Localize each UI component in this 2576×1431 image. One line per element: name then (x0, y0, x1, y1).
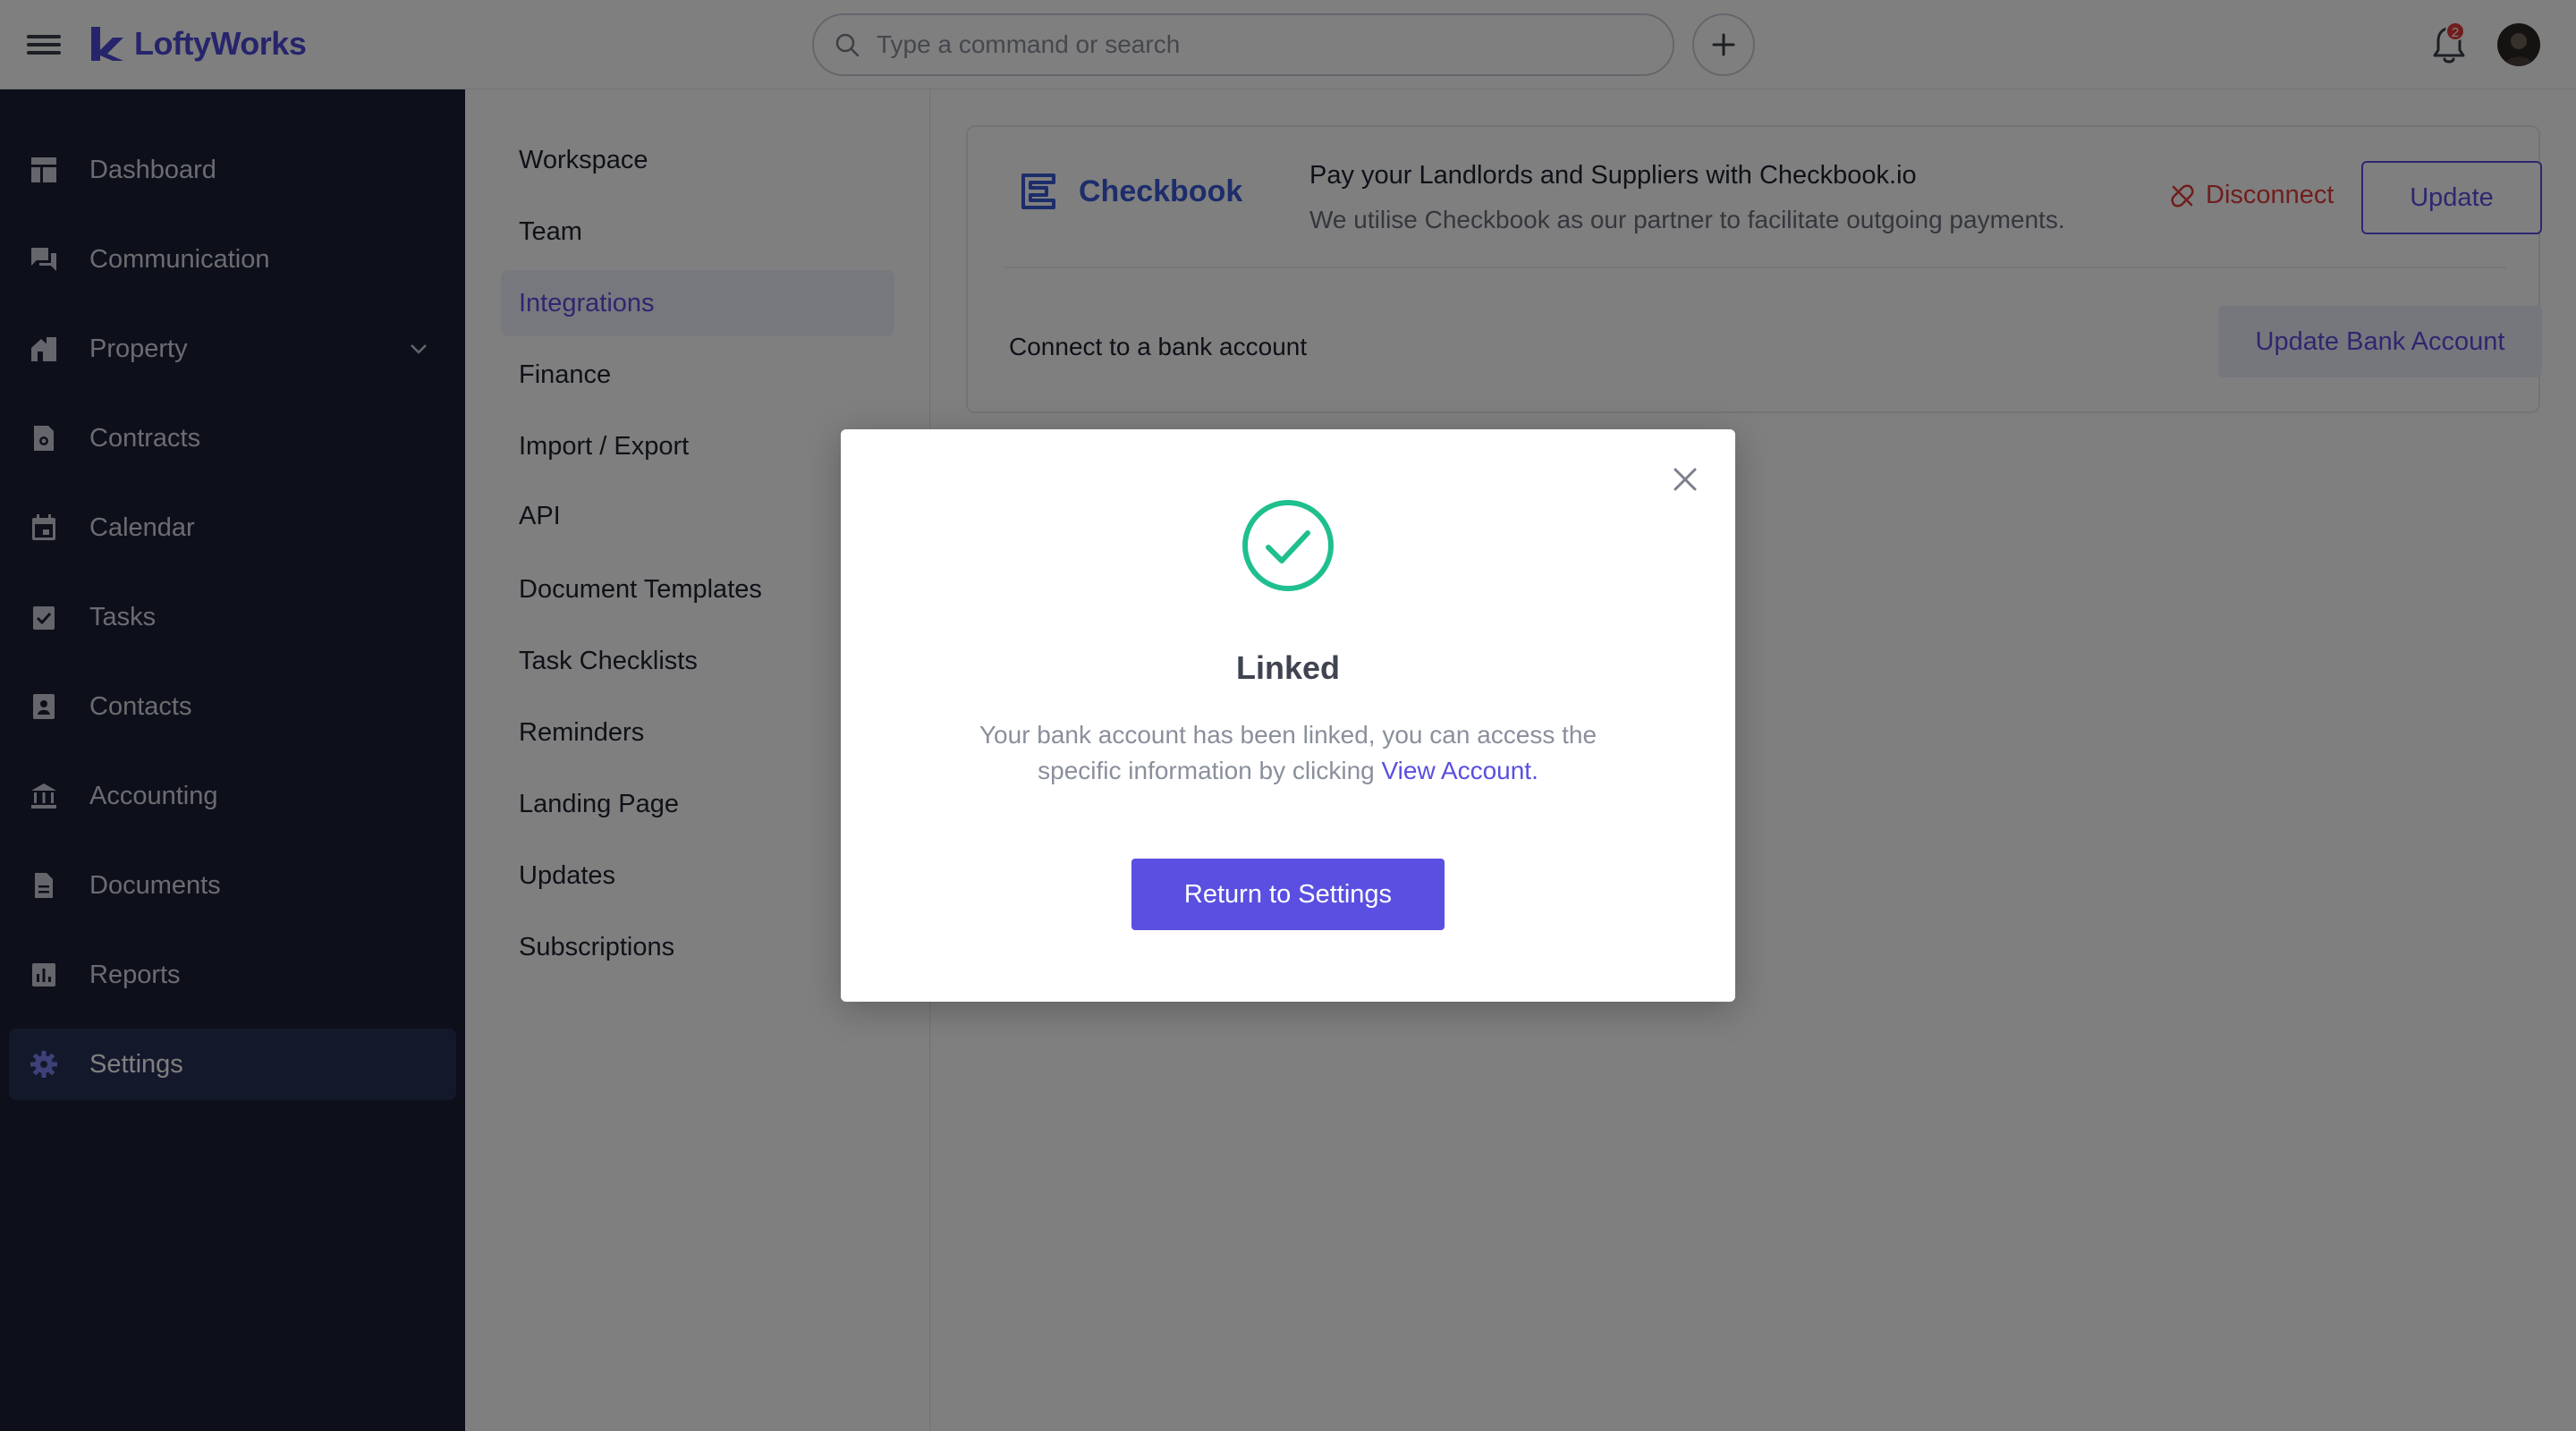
modal-message-end: . (1531, 757, 1538, 784)
close-icon[interactable] (1667, 461, 1703, 497)
success-check-icon (1242, 500, 1334, 591)
modal-title: Linked (1235, 649, 1340, 686)
view-account-link[interactable]: View Account (1382, 757, 1532, 784)
linked-dialog: Linked Your bank account has been linked… (841, 429, 1735, 1002)
modal-message: Your bank account has been linked, you c… (939, 717, 1637, 789)
return-to-settings-button[interactable]: Return to Settings (1131, 859, 1445, 930)
